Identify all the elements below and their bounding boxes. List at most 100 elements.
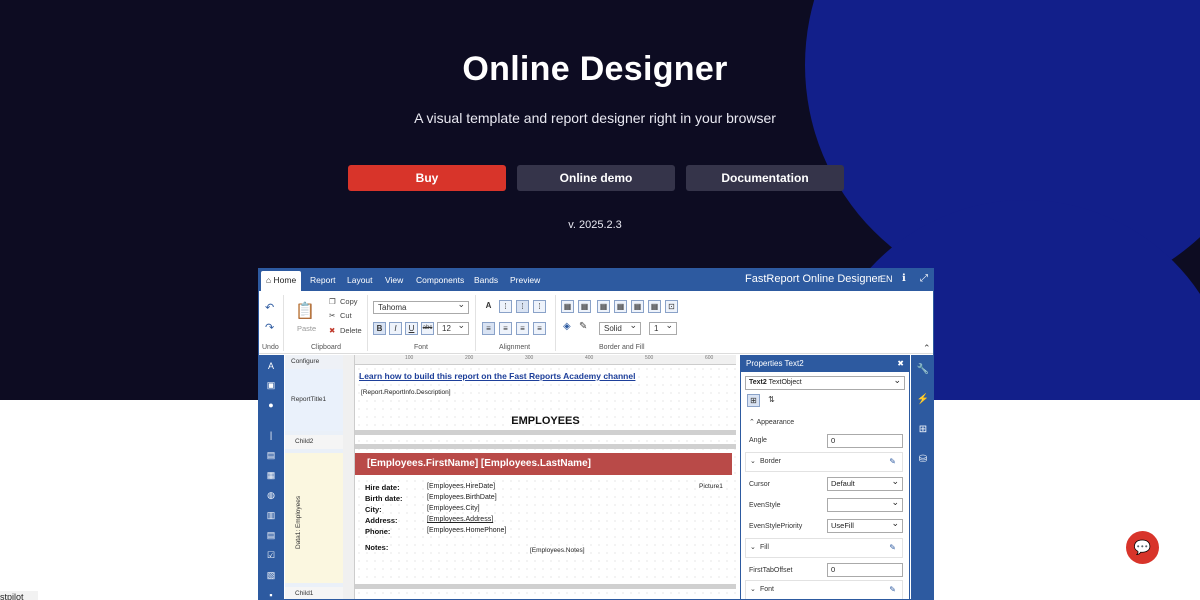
trustpilot-badge[interactable]: stpilot	[0, 591, 38, 600]
tab-home[interactable]: ⌂ Home	[261, 271, 301, 291]
richtext-icon[interactable]: ▧	[265, 570, 277, 581]
redo-icon[interactable]: ↷	[265, 321, 274, 334]
picture-object[interactable]: Picture1	[699, 483, 723, 490]
database-icon[interactable]: ⛁	[916, 453, 930, 467]
underline-button[interactable]: U	[405, 322, 418, 335]
align-center-icon[interactable]: ≡	[499, 322, 512, 335]
border-style-select[interactable]: Solid	[599, 320, 641, 335]
line-color-icon[interactable]: ✎	[579, 321, 587, 332]
copy-icon[interactable]: ❐	[329, 297, 336, 306]
categorized-icon[interactable]: ⊞	[747, 394, 760, 407]
appearance-section[interactable]: ⌃ Appearance	[749, 418, 794, 426]
border-none-icon[interactable]: ▦	[578, 300, 591, 313]
subreport-icon[interactable]: ▤	[265, 450, 277, 461]
valign-center-icon[interactable]: ⁞	[516, 300, 529, 313]
undo-icon[interactable]: ↶	[265, 301, 274, 314]
close-icon[interactable]: ✖	[897, 356, 904, 372]
paste-icon[interactable]: 📋	[295, 301, 315, 321]
info-icon[interactable]: ℹ	[902, 273, 906, 284]
align-left-icon[interactable]: ≡	[482, 322, 495, 335]
copy-label[interactable]: Copy	[340, 297, 358, 306]
bold-button[interactable]: B	[373, 322, 386, 335]
band-data-employees[interactable]: Data1: Employees	[285, 453, 343, 583]
collapse-ribbon-icon[interactable]: ⌃	[923, 343, 931, 354]
border-right-icon[interactable]: ▦	[648, 300, 661, 313]
buy-button[interactable]: Buy	[348, 165, 506, 191]
border-all-icon[interactable]: ▦	[561, 300, 574, 313]
border-section[interactable]: ⌄ Border ✎	[745, 452, 903, 472]
fill-section[interactable]: ⌄ Fill ✎	[745, 538, 903, 558]
evenstyle-select[interactable]	[827, 496, 903, 512]
tab-bands[interactable]: Bands	[474, 275, 498, 285]
fill-color-icon[interactable]: ◈	[563, 321, 571, 332]
checkbox-icon[interactable]: ☑	[265, 550, 277, 561]
birth-date-label[interactable]: Birth date:	[365, 494, 403, 503]
tab-components[interactable]: Components	[416, 275, 464, 285]
academy-link[interactable]: Learn how to build this report on the Fa…	[359, 371, 635, 381]
align-right-icon[interactable]: ≡	[516, 322, 529, 335]
picture-icon[interactable]: ▣	[265, 380, 277, 391]
expand-icon[interactable]: ⤢	[920, 273, 928, 284]
chart-icon[interactable]: ▥	[265, 510, 277, 521]
birth-date-field[interactable]: [Employees.BirthDate]	[427, 494, 497, 501]
sort-icon[interactable]: ⇅	[765, 394, 778, 407]
cursor-select[interactable]: Default	[827, 475, 903, 491]
edit-icon[interactable]: ✎	[889, 453, 896, 471]
edit-icon[interactable]: ✎	[889, 539, 896, 557]
font-size-select[interactable]: 12	[437, 320, 469, 335]
address-label[interactable]: Address:	[365, 516, 398, 525]
address-field[interactable]: [Employees.Address]	[427, 516, 493, 523]
border-settings-icon[interactable]: ⊡	[665, 300, 678, 313]
shape-icon[interactable]: ●	[265, 400, 277, 411]
align-justify-icon[interactable]: ≡	[533, 322, 546, 335]
strikethrough-button[interactable]: abc	[421, 322, 434, 335]
notes-label[interactable]: Notes:	[365, 543, 388, 552]
online-demo-button[interactable]: Online demo	[517, 165, 675, 191]
evenstylepriority-select[interactable]: UseFill	[827, 517, 903, 533]
border-left-icon[interactable]: ▦	[631, 300, 644, 313]
city-label[interactable]: City:	[365, 505, 382, 514]
tab-preview[interactable]: Preview	[510, 275, 540, 285]
font-family-select[interactable]: Tahoma	[373, 299, 469, 314]
more-icon[interactable]: ▪	[265, 590, 277, 599]
phone-field[interactable]: [Employees.HomePhone]	[427, 527, 506, 534]
band-child1[interactable]: Child1	[285, 587, 343, 599]
band-child2[interactable]: Child2	[285, 435, 343, 449]
hire-date-label[interactable]: Hire date:	[365, 483, 400, 492]
firsttaboffset-input[interactable]: 0	[827, 563, 903, 577]
valign-bottom-icon[interactable]: ⁞	[533, 300, 546, 313]
employee-name-field[interactable]: [Employees.FirstName] [Employees.LastNam…	[355, 453, 732, 475]
city-field[interactable]: [Employees.City]	[427, 505, 480, 512]
border-width-select[interactable]: 1	[649, 320, 677, 335]
language-selector[interactable]: EN	[880, 274, 893, 284]
object-selector[interactable]: Text2 TextObject	[745, 374, 905, 390]
cut-icon[interactable]: ✂	[329, 311, 335, 320]
barcode-icon[interactable]: ▤	[265, 530, 277, 541]
font-section[interactable]: ⌄ Font ✎	[745, 580, 903, 599]
notes-field[interactable]: [Employees.Notes]	[530, 547, 585, 554]
report-canvas[interactable]: Learn how to build this report on the Fa…	[355, 365, 736, 599]
delete-label[interactable]: Delete	[340, 326, 362, 335]
font-color-icon[interactable]: A	[482, 300, 495, 313]
wrench-icon[interactable]: 🔧	[916, 363, 930, 377]
tab-view[interactable]: View	[385, 275, 403, 285]
lightning-icon[interactable]: ⚡	[916, 393, 930, 407]
tab-report[interactable]: Report	[310, 275, 336, 285]
edit-icon[interactable]: ✎	[889, 581, 896, 599]
angle-input[interactable]: 0	[827, 434, 903, 448]
cut-label[interactable]: Cut	[340, 311, 352, 320]
description-field[interactable]: [Report.ReportInfo.Description]	[361, 389, 451, 396]
band-report-title[interactable]: ReportTitle1	[285, 369, 343, 431]
documentation-button[interactable]: Documentation	[686, 165, 844, 191]
border-bottom-icon[interactable]: ▦	[614, 300, 627, 313]
configure-bands[interactable]: Configure bands...	[285, 355, 343, 379]
valign-top-icon[interactable]: ⁞	[499, 300, 512, 313]
chat-icon[interactable]: 💬	[1126, 531, 1159, 564]
globe-icon[interactable]: ◍	[265, 490, 277, 501]
tree-icon[interactable]: ⊞	[916, 423, 930, 437]
line-icon[interactable]: |	[265, 430, 277, 441]
phone-label[interactable]: Phone:	[365, 527, 390, 536]
report-title-text[interactable]: EMPLOYEES	[355, 415, 736, 427]
text-object-icon[interactable]: A	[265, 361, 277, 372]
tab-layout[interactable]: Layout	[347, 275, 373, 285]
